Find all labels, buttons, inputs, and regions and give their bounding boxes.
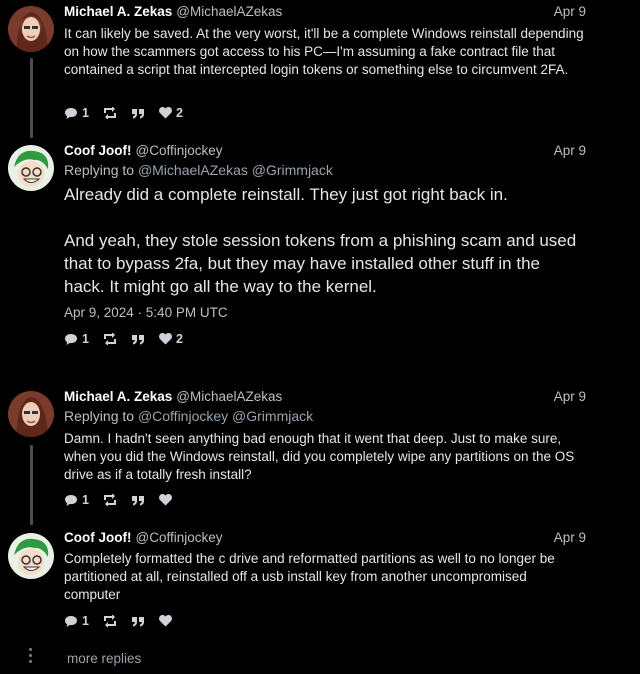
author-handle[interactable]: @Coffinjockey <box>135 143 222 158</box>
more-replies-dots-icon <box>29 648 33 666</box>
post-date[interactable]: Apr 9 <box>554 4 586 19</box>
thread-line <box>30 445 33 525</box>
author-handle[interactable]: @MichaelAZekas <box>176 4 282 19</box>
comment-icon <box>65 615 77 627</box>
post-text: Already did a complete reinstall. They j… <box>64 185 577 296</box>
thread-line <box>30 58 33 138</box>
post-actions: 1 <box>64 491 186 509</box>
quote-button[interactable] <box>131 616 145 627</box>
post-actions: 1 2 <box>64 104 197 122</box>
post-date[interactable]: Apr 9 <box>554 530 586 545</box>
author-handle[interactable]: @Coffinjockey <box>135 530 222 545</box>
like-button[interactable]: 2 <box>159 332 183 346</box>
post-text: It can likely be saved. At the very wors… <box>64 26 584 77</box>
heart-icon <box>159 615 172 627</box>
retweet-icon <box>103 107 116 119</box>
mention-link[interactable]: @Grimmjack <box>232 408 313 424</box>
quote-icon <box>131 108 144 118</box>
quote-icon <box>131 616 144 626</box>
heart-icon <box>159 107 172 119</box>
avatar[interactable] <box>8 533 54 579</box>
comment-count: 1 <box>82 493 89 507</box>
post-date[interactable]: Apr 9 <box>554 143 586 158</box>
retweet-icon <box>103 494 116 506</box>
author-handle[interactable]: @MichaelAZekas <box>176 389 282 404</box>
retweet-icon <box>103 615 116 627</box>
replying-label: Replying to <box>64 162 135 178</box>
avatar[interactable] <box>8 145 54 191</box>
replying-to: Replying to @Coffinjockey @Grimmjack <box>64 408 313 424</box>
avatar[interactable] <box>8 6 54 52</box>
author-name[interactable]: Michael A. Zekas <box>64 389 172 404</box>
post-timestamp[interactable]: Apr 9, 2024 · 5:40 PM UTC <box>64 305 228 320</box>
post-header: Michael A. Zekas @MichaelAZekas <box>64 4 586 20</box>
post-date[interactable]: Apr 9 <box>554 389 586 404</box>
retweet-button[interactable] <box>103 333 117 345</box>
mention-link[interactable]: @Coffinjockey <box>138 408 228 424</box>
comment-icon <box>65 333 77 345</box>
heart-icon <box>159 494 172 506</box>
post-text: Damn. I hadn't seen anything bad enough … <box>64 431 575 482</box>
like-button[interactable] <box>159 494 172 506</box>
retweet-button[interactable] <box>103 107 117 119</box>
like-button[interactable] <box>159 615 172 627</box>
comment-button[interactable]: 1 <box>64 332 89 346</box>
post-actions: 1 2 <box>64 330 197 348</box>
quote-button[interactable] <box>131 334 145 345</box>
retweet-button[interactable] <box>103 494 117 506</box>
post-header: Coof Joof! @Coffinjockey <box>64 530 586 546</box>
mention-link[interactable]: @Grimmjack <box>252 162 333 178</box>
replying-to: Replying to @MichaelAZekas @Grimmjack <box>64 162 333 178</box>
post-header: Coof Joof! @Coffinjockey <box>64 143 586 159</box>
author-name[interactable]: Coof Joof! <box>64 530 131 545</box>
replying-label: Replying to <box>64 408 135 424</box>
author-name[interactable]: Michael A. Zekas <box>64 4 172 19</box>
comment-count: 1 <box>82 332 89 346</box>
mention-link[interactable]: @MichaelAZekas <box>138 162 248 178</box>
post-header: Michael A. Zekas @MichaelAZekas <box>64 389 586 405</box>
quote-icon <box>131 334 144 344</box>
like-button[interactable]: 2 <box>159 106 183 120</box>
quote-button[interactable] <box>131 495 145 506</box>
avatar[interactable] <box>8 391 54 437</box>
comment-count: 1 <box>82 614 89 628</box>
comment-count: 1 <box>82 106 89 120</box>
post-text: Completely formatted the c drive and ref… <box>64 551 555 602</box>
comment-icon <box>65 107 77 119</box>
retweet-button[interactable] <box>103 615 117 627</box>
more-replies-link[interactable]: more replies <box>67 651 141 666</box>
retweet-icon <box>103 333 116 345</box>
post-actions: 1 <box>64 612 186 630</box>
heart-icon <box>159 333 172 345</box>
author-name[interactable]: Coof Joof! <box>64 143 131 158</box>
comment-button[interactable]: 1 <box>64 614 89 628</box>
like-count: 2 <box>175 332 183 346</box>
quote-icon <box>131 495 144 505</box>
comment-button[interactable]: 1 <box>64 493 89 507</box>
comment-icon <box>65 494 77 506</box>
like-count: 2 <box>175 106 183 120</box>
comment-button[interactable]: 1 <box>64 106 89 120</box>
quote-button[interactable] <box>131 108 145 119</box>
